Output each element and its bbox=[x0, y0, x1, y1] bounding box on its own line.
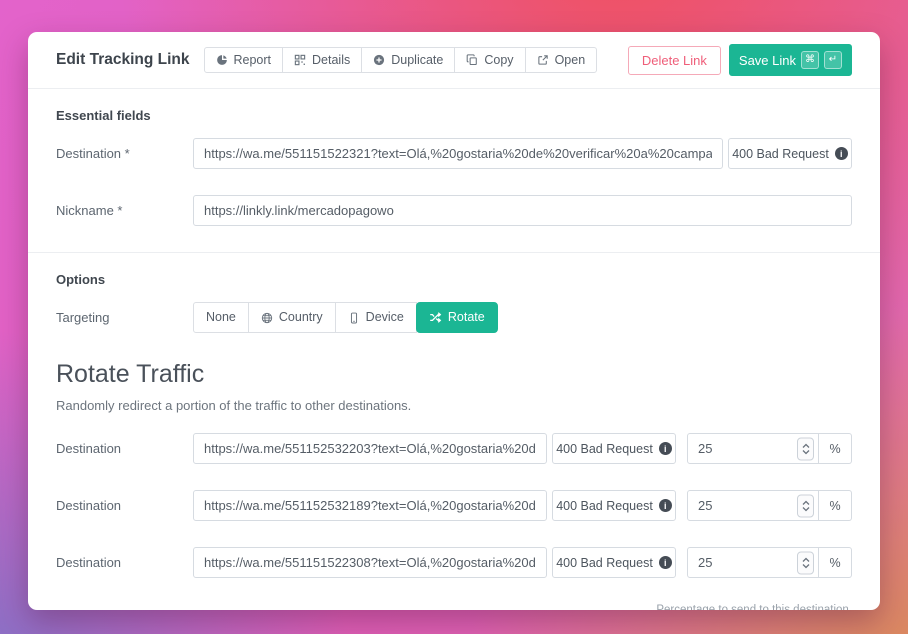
enter-key-icon: ↵ bbox=[824, 51, 842, 69]
percent-group-3: % bbox=[687, 547, 852, 578]
info-icon[interactable]: i bbox=[659, 556, 672, 569]
globe-icon bbox=[261, 312, 273, 324]
options-heading: Options bbox=[56, 272, 852, 287]
duplicate-button[interactable]: Duplicate bbox=[361, 47, 455, 74]
cmd-key-icon: ⌘ bbox=[801, 51, 819, 69]
rotate-destination-input-1[interactable] bbox=[193, 433, 547, 464]
status-text: 400 Bad Request bbox=[556, 442, 653, 456]
percent-suffix: % bbox=[819, 433, 852, 464]
rotate-destination-row-3: Destination 400 Bad Request i % bbox=[56, 547, 852, 578]
header-actions: Delete Link Save Link ⌘ ↵ bbox=[628, 44, 852, 76]
none-label: None bbox=[206, 311, 236, 324]
status-badge-3: 400 Bad Request i bbox=[552, 547, 676, 578]
rotate-destination-input-3[interactable] bbox=[193, 547, 547, 578]
device-label: Device bbox=[366, 311, 404, 324]
percent-group-2: % bbox=[687, 490, 852, 521]
copy-button[interactable]: Copy bbox=[454, 47, 525, 74]
info-icon[interactable]: i bbox=[835, 147, 848, 160]
targeting-none-button[interactable]: None bbox=[193, 302, 249, 333]
save-link-button[interactable]: Save Link ⌘ ↵ bbox=[729, 44, 852, 76]
rotate-destination-input-2[interactable] bbox=[193, 490, 547, 521]
section-divider bbox=[28, 252, 880, 253]
nickname-field-row: Nickname * bbox=[56, 195, 852, 226]
external-link-icon bbox=[537, 54, 549, 66]
status-text: 400 Bad Request bbox=[556, 499, 653, 513]
delete-link-button[interactable]: Delete Link bbox=[628, 46, 721, 75]
percent-group-1: % bbox=[687, 433, 852, 464]
essential-fields-heading: Essential fields bbox=[56, 108, 852, 123]
open-label: Open bbox=[555, 54, 586, 67]
targeting-device-button[interactable]: Device bbox=[335, 302, 417, 333]
targeting-country-button[interactable]: Country bbox=[248, 302, 336, 333]
rotate-label: Rotate bbox=[448, 311, 485, 324]
targeting-label: Targeting bbox=[56, 310, 193, 325]
status-text: 400 Bad Request bbox=[732, 147, 829, 161]
rotate-destination-label: Destination bbox=[56, 555, 193, 570]
qr-grid-icon bbox=[294, 54, 306, 66]
info-icon[interactable]: i bbox=[659, 499, 672, 512]
rotate-destination-row-1: Destination 400 Bad Request i % bbox=[56, 433, 852, 464]
details-button[interactable]: Details bbox=[282, 47, 362, 74]
page-title: Edit Tracking Link bbox=[56, 51, 190, 69]
duplicate-label: Duplicate bbox=[391, 54, 443, 67]
shuffle-icon bbox=[429, 311, 442, 324]
stepper-control-2[interactable] bbox=[797, 494, 814, 517]
status-badge-2: 400 Bad Request i bbox=[552, 490, 676, 521]
stepper-control-3[interactable] bbox=[797, 551, 814, 574]
pie-chart-icon bbox=[216, 54, 228, 66]
destination-label: Destination * bbox=[56, 146, 193, 161]
card-header: Edit Tracking Link Report Details Duplic… bbox=[28, 32, 880, 89]
percent-help-text: Percentage to send to this destination. bbox=[56, 604, 852, 610]
save-link-label: Save Link bbox=[739, 54, 796, 67]
stepper-control-1[interactable] bbox=[797, 437, 814, 460]
mobile-icon bbox=[348, 312, 360, 324]
country-label: Country bbox=[279, 311, 323, 324]
plus-circle-icon bbox=[373, 54, 385, 66]
status-text: 400 Bad Request bbox=[556, 556, 653, 570]
targeting-toggle-group: None Country Device Rotate bbox=[193, 302, 498, 333]
status-badge-1: 400 Bad Request i bbox=[552, 433, 676, 464]
link-toolbar: Report Details Duplicate Copy Open bbox=[204, 47, 598, 74]
info-icon[interactable]: i bbox=[659, 442, 672, 455]
destination-input[interactable] bbox=[193, 138, 723, 169]
rotate-traffic-heading: Rotate Traffic bbox=[56, 360, 852, 389]
targeting-rotate-button[interactable]: Rotate bbox=[416, 302, 498, 333]
report-button[interactable]: Report bbox=[204, 47, 284, 74]
rotate-destination-label: Destination bbox=[56, 498, 193, 513]
targeting-row: Targeting None Country Device Rotate bbox=[56, 302, 852, 333]
open-button[interactable]: Open bbox=[525, 47, 598, 74]
copy-label: Copy bbox=[484, 54, 513, 67]
nickname-label: Nickname * bbox=[56, 203, 193, 218]
destination-status-badge: 400 Bad Request i bbox=[728, 138, 852, 169]
rotate-destination-label: Destination bbox=[56, 441, 193, 456]
nickname-input[interactable] bbox=[193, 195, 852, 226]
percent-suffix: % bbox=[819, 490, 852, 521]
edit-tracking-link-card: Edit Tracking Link Report Details Duplic… bbox=[28, 32, 880, 610]
report-label: Report bbox=[234, 54, 272, 67]
rotate-traffic-subtitle: Randomly redirect a portion of the traff… bbox=[56, 398, 852, 413]
details-label: Details bbox=[312, 54, 350, 67]
destination-field-row: Destination * 400 Bad Request i bbox=[56, 138, 852, 169]
rotate-destination-row-2: Destination 400 Bad Request i % bbox=[56, 490, 852, 521]
copy-icon bbox=[466, 54, 478, 66]
percent-suffix: % bbox=[819, 547, 852, 578]
